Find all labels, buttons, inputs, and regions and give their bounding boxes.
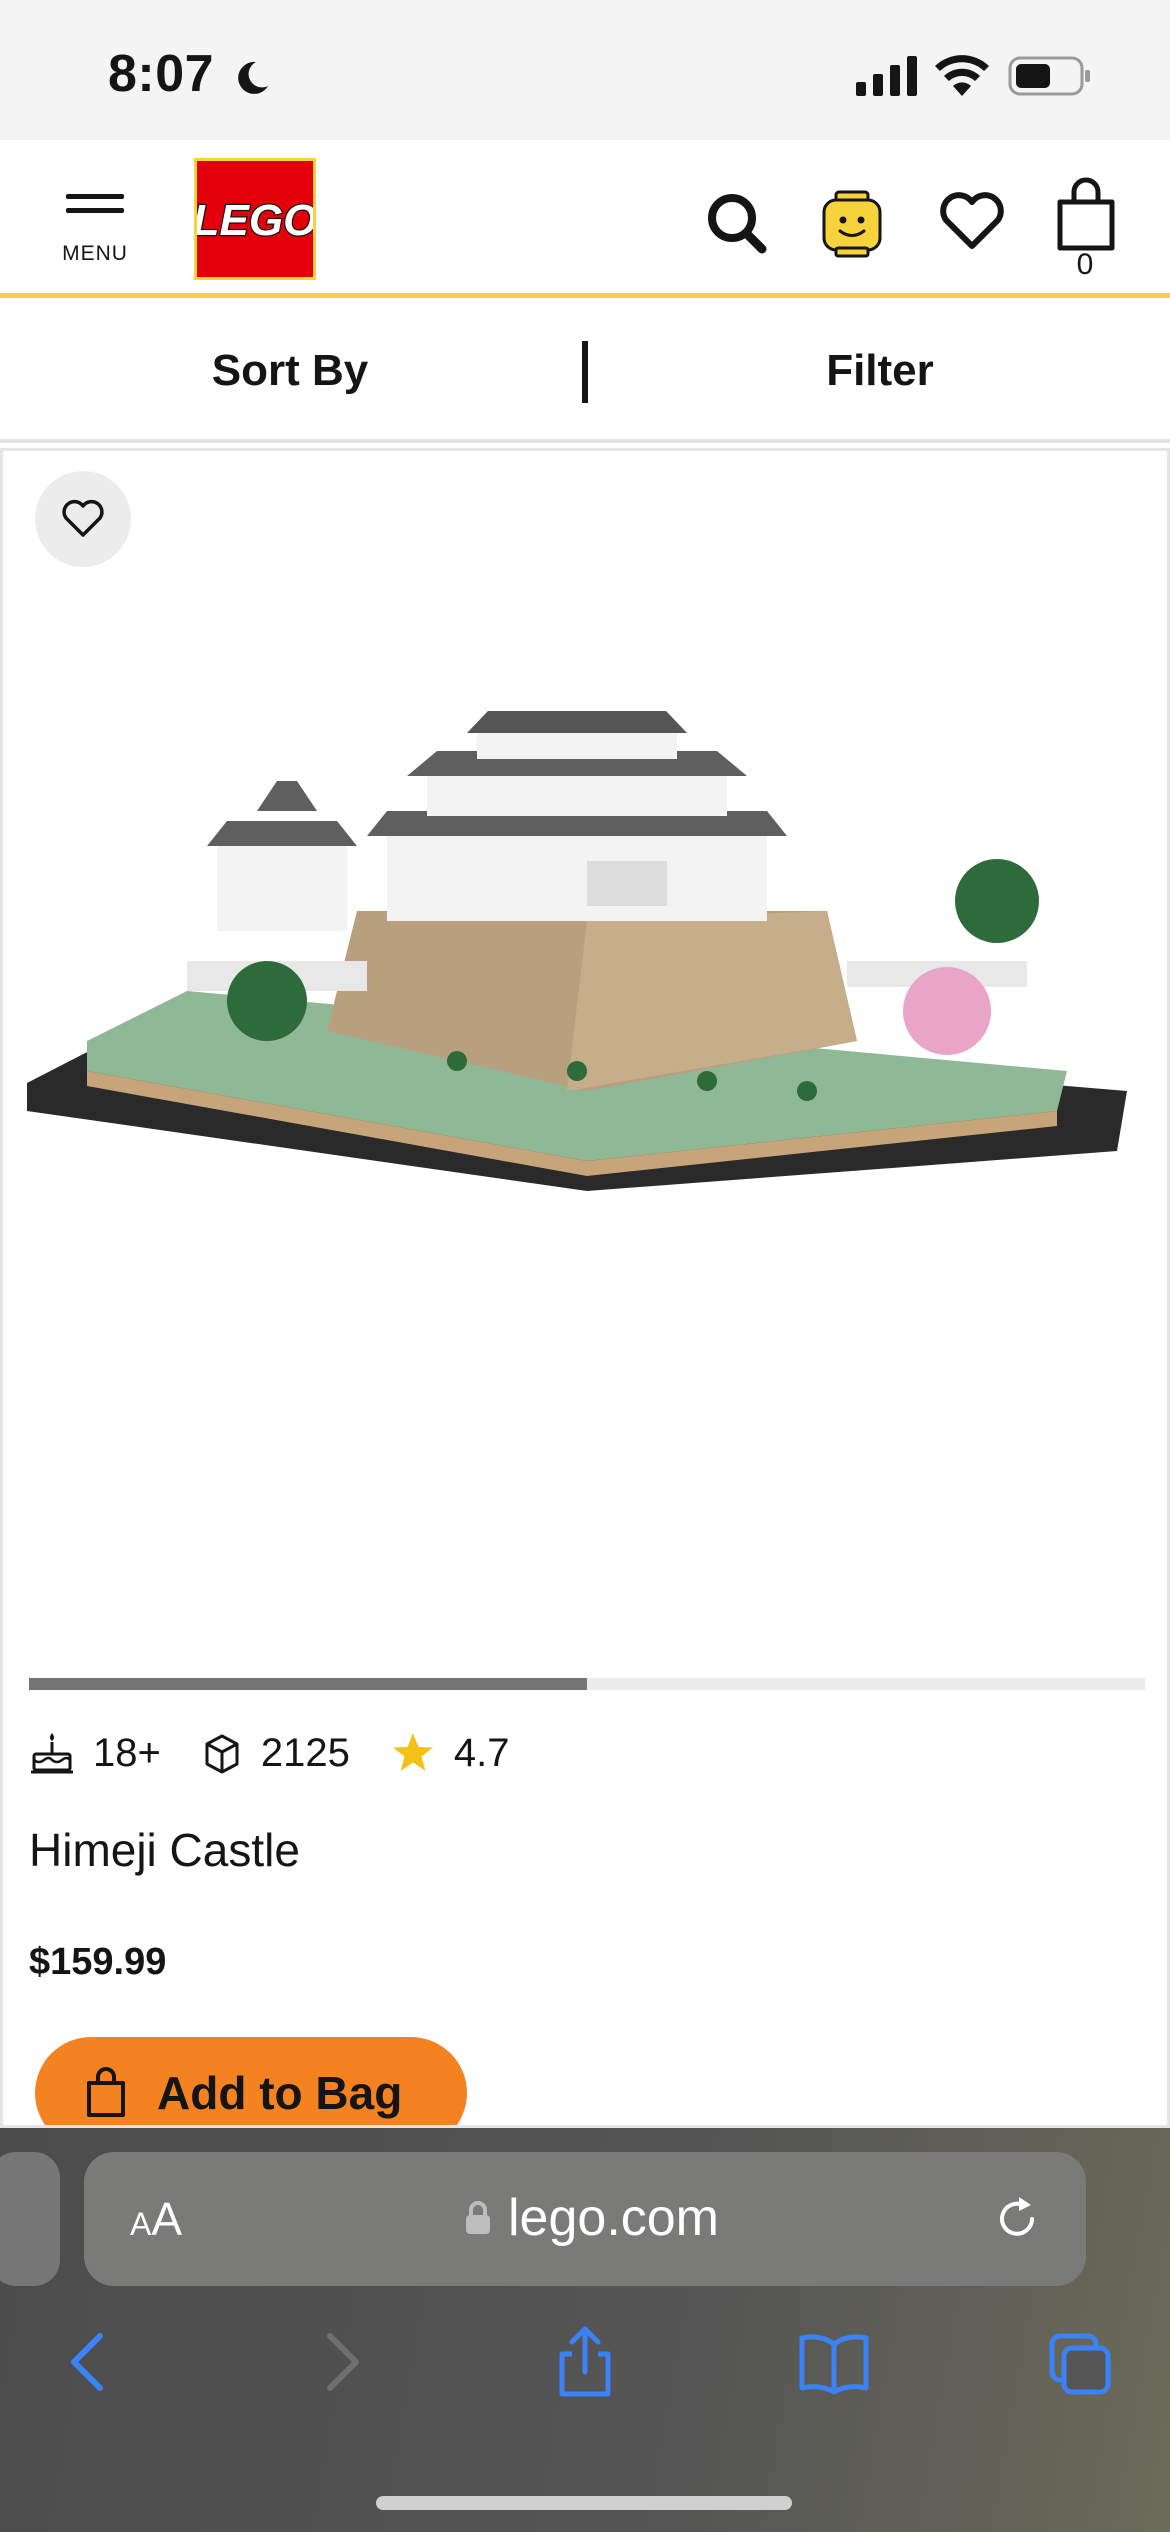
menu-button[interactable]: MENU [52, 180, 138, 270]
image-carousel-progress-fill [29, 1678, 587, 1690]
reload-icon[interactable] [992, 2194, 1042, 2244]
piece-count-value: 2125 [260, 1730, 350, 1775]
back-chevron-icon[interactable] [54, 2324, 124, 2400]
lego-logo[interactable]: LEGO [191, 158, 319, 280]
cellular-signal-icon [856, 56, 917, 96]
browser-toolbar: AA lego.com [0, 2128, 1170, 2532]
menu-bar-top [66, 194, 124, 199]
star-icon [392, 1733, 433, 1771]
castle-keep [367, 711, 787, 921]
product-meta: 18+ 2125 4.7 [29, 1723, 549, 1783]
account-minifig-icon[interactable] [816, 182, 888, 262]
brick-icon [205, 1734, 239, 1774]
text-size-large-a: A [151, 2193, 183, 2245]
piece-count: 2125 [201, 1730, 350, 1776]
address-bar[interactable]: AA lego.com [84, 2152, 1086, 2286]
heart-outline-icon [62, 499, 104, 537]
rating-value: 4.7 [453, 1730, 510, 1775]
moon-icon [238, 61, 268, 94]
lock-icon [466, 2201, 490, 2234]
image-carousel-progress [29, 1678, 1145, 1690]
tabs-icon[interactable] [1044, 2324, 1114, 2400]
rating: 4.7 [390, 1730, 510, 1776]
age-value: 18+ [93, 1730, 161, 1775]
status-time: 8:07 [108, 45, 215, 103]
sort-filter-divider [582, 341, 588, 403]
product-price: $159.99 [29, 1941, 167, 1983]
text-size-small-a: A [130, 2206, 152, 2242]
previous-tab-preview[interactable] [0, 2152, 60, 2286]
add-to-wishlist-button[interactable] [35, 471, 131, 567]
menu-label: MENU [62, 242, 128, 265]
shopping-bag-icon[interactable] [1050, 176, 1122, 256]
forward-chevron-icon[interactable] [306, 2324, 376, 2400]
url-display[interactable]: lego.com [464, 2188, 719, 2248]
site-header: MENU LEGO 0 [0, 140, 1170, 298]
search-icon[interactable] [700, 182, 772, 262]
lego-logo-mark: LEGO [191, 195, 318, 247]
wishlist-heart-icon[interactable] [936, 182, 1008, 262]
product-title[interactable]: Himeji Castle [29, 1823, 300, 1877]
wifi-icon [935, 55, 989, 96]
bookmarks-book-icon[interactable] [796, 2324, 872, 2400]
home-indicator[interactable] [376, 2496, 792, 2510]
lego-logo-text: LEGO [197, 196, 313, 245]
battery-icon [1008, 56, 1090, 96]
add-to-bag-label: Add to Bag [157, 2067, 403, 2119]
url-text: lego.com [508, 2189, 719, 2247]
product-image-himeji-castle[interactable] [27, 711, 1147, 1231]
add-to-bag-button[interactable]: Add to Bag [35, 2037, 467, 2125]
text-size-button[interactable]: AA [130, 2192, 182, 2246]
menu-bar-bottom [66, 208, 124, 213]
shopping-bag-icon [87, 2067, 125, 2117]
status-bar: 8:07 [0, 0, 1170, 140]
share-icon[interactable] [550, 2324, 620, 2400]
product-card[interactable]: 18+ 2125 4.7 Himeji Castle $159.99 Add t… [0, 448, 1170, 2128]
sort-by-button[interactable]: Sort By [0, 303, 580, 439]
cart-count: 0 [1076, 248, 1094, 281]
age-rating: 18+ [29, 1730, 161, 1776]
birthday-cake-icon [31, 1733, 73, 1774]
filter-button[interactable]: Filter [590, 303, 1170, 439]
sort-filter-bar: Sort By Filter [0, 303, 1170, 443]
side-tower [207, 781, 357, 931]
